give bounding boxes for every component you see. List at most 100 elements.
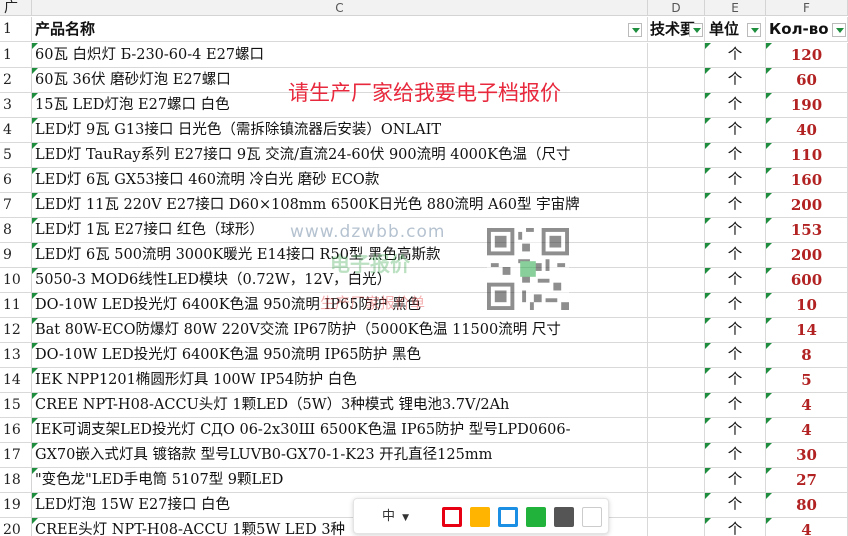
- row-number[interactable]: 9: [0, 243, 32, 267]
- filter-dropdown-icon[interactable]: [832, 23, 846, 37]
- row-number[interactable]: 14: [0, 368, 32, 392]
- row-number[interactable]: 1: [0, 17, 32, 41]
- column-header-c[interactable]: C: [32, 0, 648, 16]
- cell-tech-req[interactable]: [648, 168, 705, 192]
- cell-qty[interactable]: 60: [766, 68, 848, 92]
- row-number[interactable]: 16: [0, 418, 32, 442]
- red-swatch[interactable]: [442, 507, 462, 527]
- cell-unit[interactable]: 个: [705, 318, 766, 342]
- cell-tech-req[interactable]: [648, 68, 705, 92]
- cell-tech-req[interactable]: [648, 518, 705, 536]
- row-number[interactable]: 19: [0, 493, 32, 517]
- row-number[interactable]: 17: [0, 443, 32, 467]
- cell-tech-req[interactable]: [648, 43, 705, 67]
- cell-unit[interactable]: 个: [705, 293, 766, 317]
- cell-tech-req[interactable]: [648, 418, 705, 442]
- row-number[interactable]: 15: [0, 393, 32, 417]
- cell-unit[interactable]: 个: [705, 518, 766, 536]
- cell-product-name[interactable]: "变色龙"LED手电筒 5107型 9颗LED: [32, 468, 648, 492]
- cell-product-name[interactable]: LED灯 11瓦 220V E27接口 D60×108mm 6500K日光色 8…: [32, 193, 648, 217]
- row-number[interactable]: 7: [0, 193, 32, 217]
- cell-qty[interactable]: 8: [766, 343, 848, 367]
- header-qty[interactable]: Кол-во: [766, 17, 848, 41]
- row-number[interactable]: 10: [0, 268, 32, 292]
- row-number[interactable]: 11: [0, 293, 32, 317]
- row-number[interactable]: 3: [0, 93, 32, 117]
- cell-unit[interactable]: 个: [705, 243, 766, 267]
- cell-tech-req[interactable]: [648, 343, 705, 367]
- cell-qty[interactable]: 200: [766, 193, 848, 217]
- cell-unit[interactable]: 个: [705, 493, 766, 517]
- row-number[interactable]: 2: [0, 68, 32, 92]
- cell-qty[interactable]: 190: [766, 93, 848, 117]
- yellow-swatch[interactable]: [470, 507, 490, 527]
- cell-qty[interactable]: 200: [766, 243, 848, 267]
- cell-qty[interactable]: 14: [766, 318, 848, 342]
- cell-product-name[interactable]: Bat 80W-ECO防爆灯 80W 220V交流 IP67防护（5000K色温…: [32, 318, 648, 342]
- cell-product-name[interactable]: GX70嵌入式灯具 镀铬款 型号LUVB0-GX70-1-K23 开孔直径125…: [32, 443, 648, 467]
- cell-unit[interactable]: 个: [705, 193, 766, 217]
- cell-unit[interactable]: 个: [705, 43, 766, 67]
- cell-qty[interactable]: 110: [766, 143, 848, 167]
- cell-tech-req[interactable]: [648, 118, 705, 142]
- row-number[interactable]: 20: [0, 518, 32, 536]
- cell-unit[interactable]: 个: [705, 443, 766, 467]
- font-size-select[interactable]: 中 ▼: [368, 508, 418, 526]
- cell-unit[interactable]: 个: [705, 218, 766, 242]
- cell-unit[interactable]: 个: [705, 118, 766, 142]
- cell-unit[interactable]: 个: [705, 468, 766, 492]
- column-header-e[interactable]: E: [705, 0, 766, 16]
- column-header-b[interactable]: 广: [0, 0, 32, 16]
- cell-product-name[interactable]: LED灯 9瓦 G13接口 日光色（需拆除镇流器后安装）ONLAIT: [32, 118, 648, 142]
- column-header-d[interactable]: D: [648, 0, 705, 16]
- cell-tech-req[interactable]: [648, 143, 705, 167]
- column-header-f[interactable]: F: [766, 0, 848, 16]
- cell-product-name[interactable]: 60瓦 白炽灯 Б-230-60-4 E27螺口: [32, 43, 648, 67]
- cell-tech-req[interactable]: [648, 318, 705, 342]
- cell-tech-req[interactable]: [648, 93, 705, 117]
- row-number[interactable]: 13: [0, 343, 32, 367]
- row-number[interactable]: 5: [0, 143, 32, 167]
- cell-tech-req[interactable]: [648, 393, 705, 417]
- cell-product-name[interactable]: IEK NPP1201椭圆形灯具 100W IP54防护 白色: [32, 368, 648, 392]
- cell-product-name[interactable]: DO-10W LED投光灯 6400K色温 950流明 IP65防护 黑色: [32, 343, 648, 367]
- cell-tech-req[interactable]: [648, 193, 705, 217]
- cell-unit[interactable]: 个: [705, 68, 766, 92]
- cell-tech-req[interactable]: [648, 293, 705, 317]
- white-swatch[interactable]: [582, 507, 602, 527]
- cell-qty[interactable]: 600: [766, 268, 848, 292]
- filter-dropdown-icon[interactable]: [628, 23, 642, 37]
- cell-qty[interactable]: 40: [766, 118, 848, 142]
- cell-qty[interactable]: 4: [766, 393, 848, 417]
- header-product-name[interactable]: 产品名称: [32, 17, 648, 41]
- cell-qty[interactable]: 153: [766, 218, 848, 242]
- cell-unit[interactable]: 个: [705, 368, 766, 392]
- cell-qty[interactable]: 160: [766, 168, 848, 192]
- header-tech-req[interactable]: 技术要: [648, 17, 705, 41]
- cell-qty[interactable]: 10: [766, 293, 848, 317]
- filter-dropdown-icon[interactable]: [747, 23, 761, 37]
- cell-qty[interactable]: 120: [766, 43, 848, 67]
- cell-qty[interactable]: 30: [766, 443, 848, 467]
- cell-tech-req[interactable]: [648, 243, 705, 267]
- cell-unit[interactable]: 个: [705, 268, 766, 292]
- cell-qty[interactable]: 80: [766, 493, 848, 517]
- row-number[interactable]: 1: [0, 43, 32, 67]
- cell-product-name[interactable]: CREE NPT-H08-ACCU头灯 1颗LED（5W）3种模式 锂电池3.7…: [32, 393, 648, 417]
- cell-qty[interactable]: 4: [766, 418, 848, 442]
- cell-unit[interactable]: 个: [705, 393, 766, 417]
- gray-swatch[interactable]: [554, 507, 574, 527]
- row-number[interactable]: 18: [0, 468, 32, 492]
- cell-tech-req[interactable]: [648, 268, 705, 292]
- cell-qty[interactable]: 4: [766, 518, 848, 536]
- cell-unit[interactable]: 个: [705, 93, 766, 117]
- cell-product-name[interactable]: LED灯 TauRay系列 E27接口 9瓦 交流/直流24-60伏 900流明…: [32, 143, 648, 167]
- cell-qty[interactable]: 27: [766, 468, 848, 492]
- green-swatch[interactable]: [526, 507, 546, 527]
- row-number[interactable]: 8: [0, 218, 32, 242]
- cell-unit[interactable]: 个: [705, 343, 766, 367]
- blue-swatch[interactable]: [498, 507, 518, 527]
- cell-tech-req[interactable]: [648, 493, 705, 517]
- cell-product-name[interactable]: LED灯 6瓦 GX53接口 460流明 冷白光 磨砂 ECO款: [32, 168, 648, 192]
- cell-tech-req[interactable]: [648, 468, 705, 492]
